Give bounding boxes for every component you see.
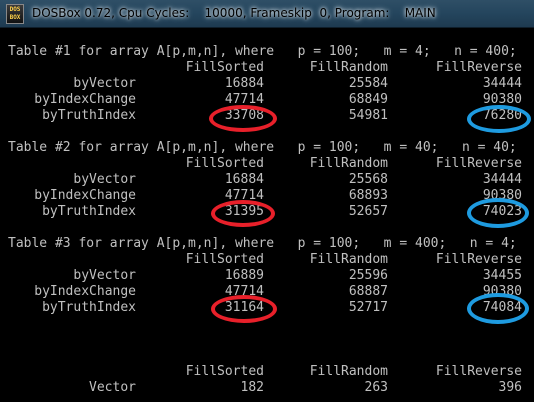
value-cell: 52657	[348, 204, 388, 219]
row-label: byIndexChange	[34, 188, 136, 203]
row-label: byIndexChange	[34, 284, 136, 299]
column-header-fill-reverse: FillReverse	[435, 252, 522, 267]
table-header-text: Table #2 for array A[p,m,n], where p = 1…	[8, 140, 517, 155]
row-label: byTruthIndex	[42, 108, 136, 123]
column-header-fill-random: FillRandom	[309, 156, 388, 171]
table-row: byIndexChange 47714 68887 90380	[0, 284, 534, 300]
row-label: byTruthIndex	[42, 300, 136, 315]
value-cell: 182	[240, 380, 264, 395]
value-cell: 34444	[482, 172, 522, 187]
row-label: Vector	[89, 380, 136, 395]
value-cell: 52717	[348, 300, 388, 315]
table-1-header: Table #1 for array A[p,m,n], where p = 1…	[0, 44, 534, 60]
red-highlight-oval	[209, 105, 277, 132]
table-row: byIndexChange 47714 68849 90380	[0, 92, 534, 108]
table-3-header: Table #3 for array A[p,m,n], where p = 1…	[0, 236, 534, 252]
dosbox-window: DOS BOX DOSBox 0.72, Cpu Cycles: 10000, …	[0, 0, 534, 402]
value-cell: 25584	[348, 76, 388, 91]
value-cell: 54981	[348, 108, 388, 123]
red-highlight-oval	[211, 200, 275, 227]
red-highlight-oval	[211, 295, 277, 323]
value-cell: 263	[364, 380, 388, 395]
table-row: byVector 16884 25584 34444	[0, 76, 534, 92]
column-header-fill-random: FillRandom	[309, 364, 388, 379]
window-title: DOSBox 0.72, Cpu Cycles: 10000, Frameski…	[32, 6, 436, 20]
value-cell: 68849	[348, 92, 388, 107]
table-2-column-headers: FillSorted FillRandom FillReverse	[0, 156, 534, 172]
column-header-fill-sorted: FillSorted	[185, 60, 264, 75]
table-header-text: Table #3 for array A[p,m,n], where p = 1…	[8, 236, 517, 251]
row-label: byIndexChange	[34, 92, 136, 107]
value-cell: 34444	[482, 76, 522, 91]
value-cell: 16889	[224, 268, 264, 283]
column-header-fill-sorted: FillSorted	[185, 156, 264, 171]
column-header-fill-sorted: FillSorted	[185, 364, 264, 379]
row-label: byVector	[73, 268, 136, 283]
column-header-fill-sorted: FillSorted	[185, 252, 264, 267]
column-header-fill-reverse: FillReverse	[435, 156, 522, 171]
icon-text-top: DOS	[9, 6, 21, 13]
table-header-text: Table #1 for array A[p,m,n], where p = 1…	[8, 44, 517, 59]
table-2-header: Table #2 for array A[p,m,n], where p = 1…	[0, 140, 534, 156]
table-3-column-headers: FillSorted FillRandom FillReverse	[0, 252, 534, 268]
value-cell: 68887	[348, 284, 388, 299]
blue-highlight-oval	[467, 293, 529, 324]
table-row: byVector 16884 25568 34444	[0, 172, 534, 188]
summary-row: Vector 182 263 396	[0, 380, 534, 396]
column-header-fill-random: FillRandom	[309, 252, 388, 267]
column-header-fill-reverse: FillReverse	[435, 364, 522, 379]
summary-column-headers: FillSorted FillRandom FillReverse	[0, 364, 534, 380]
value-cell: 16884	[224, 172, 264, 187]
table-row: byVector 16889 25596 34455	[0, 268, 534, 284]
value-cell: 68893	[348, 188, 388, 203]
value-cell: 25568	[348, 172, 388, 187]
table-row: byIndexChange 47714 68893 90380	[0, 188, 534, 204]
blue-highlight-oval	[467, 105, 531, 133]
row-label: byVector	[73, 172, 136, 187]
row-label: byVector	[73, 76, 136, 91]
title-bar[interactable]: DOS BOX DOSBox 0.72, Cpu Cycles: 10000, …	[0, 0, 534, 28]
value-cell: 34455	[482, 268, 522, 283]
value-cell: 16884	[224, 76, 264, 91]
value-cell: 396	[498, 380, 522, 395]
value-cell: 25596	[348, 268, 388, 283]
blue-highlight-oval	[467, 198, 529, 228]
icon-text-bottom: BOX	[9, 14, 21, 21]
row-label: byTruthIndex	[42, 204, 136, 219]
table-1-column-headers: FillSorted FillRandom FillReverse	[0, 60, 534, 76]
column-header-fill-reverse: FillReverse	[435, 60, 522, 75]
dos-screen[interactable]: Table #1 for array A[p,m,n], where p = 1…	[0, 28, 534, 402]
dosbox-icon[interactable]: DOS BOX	[6, 4, 24, 24]
column-header-fill-random: FillRandom	[309, 60, 388, 75]
